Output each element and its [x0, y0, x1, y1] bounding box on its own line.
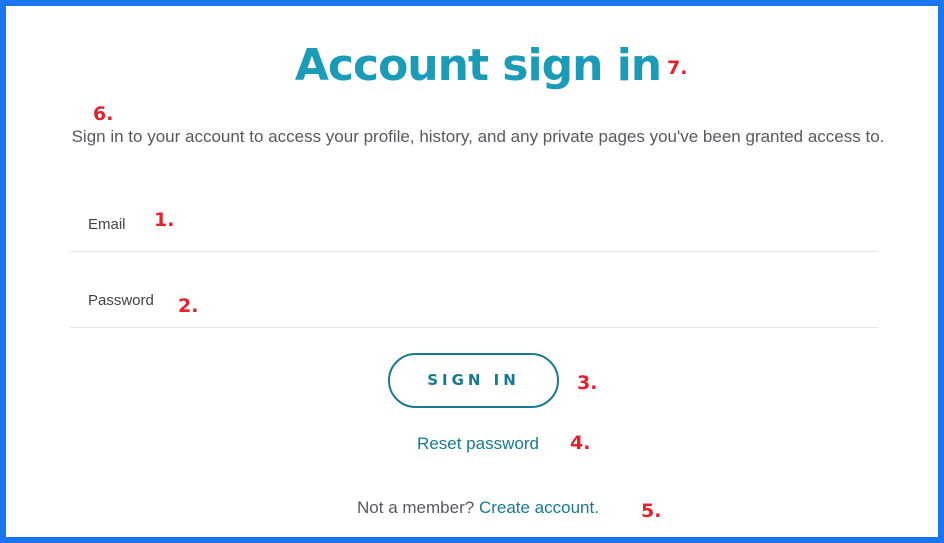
member-prompt-row: Not a member? Create account. [6, 496, 944, 520]
screenshot-frame: Account sign in Sign in to your account … [0, 0, 944, 543]
email-input[interactable] [70, 208, 878, 251]
annotation-7: 7. [667, 57, 688, 79]
sign-in-button[interactable]: SIGN IN [388, 353, 559, 408]
reset-password-link[interactable]: Reset password [417, 434, 539, 453]
annotation-3: 3. [577, 372, 598, 394]
email-field[interactable]: Email [70, 208, 878, 252]
create-account-link[interactable]: Create account. [479, 498, 599, 517]
reset-password-row: Reset password [6, 432, 944, 456]
page-description: Sign in to your account to access your p… [71, 127, 885, 146]
annotation-2: 2. [178, 295, 199, 317]
page-title: Account sign in [294, 40, 662, 91]
member-prompt-text: Not a member? [357, 498, 475, 517]
annotation-5: 5. [641, 500, 662, 522]
annotation-6: 6. [93, 103, 114, 125]
annotation-4: 4. [570, 432, 591, 454]
annotation-1: 1. [154, 209, 175, 231]
